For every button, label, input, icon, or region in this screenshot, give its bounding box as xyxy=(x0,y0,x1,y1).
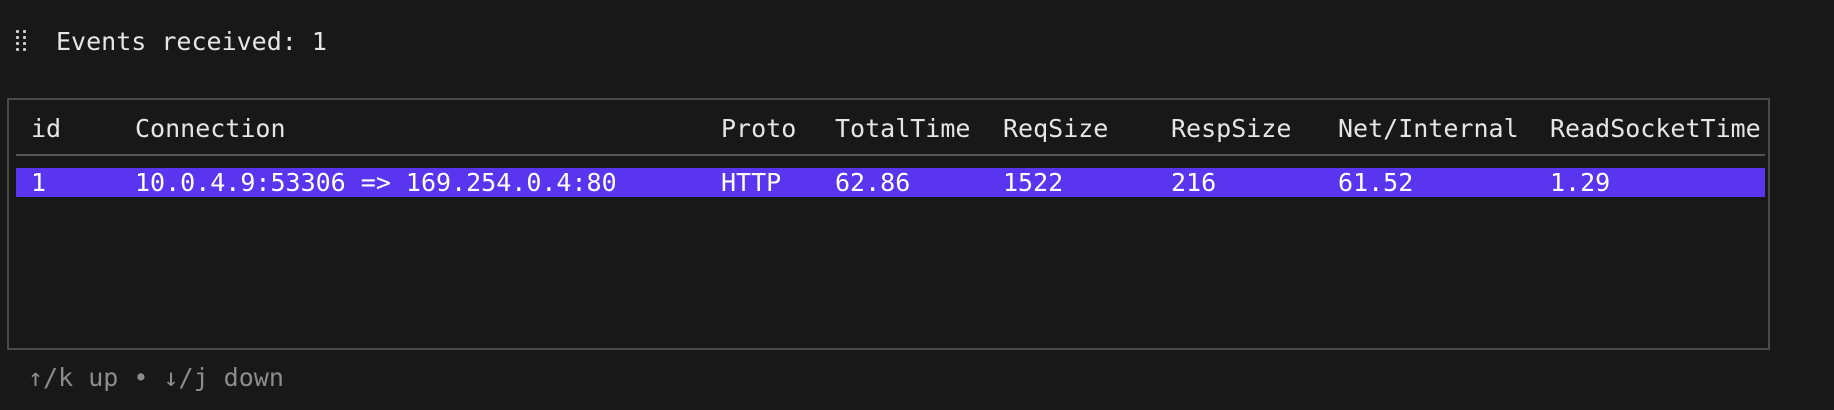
cell-connection: 10.0.4.9:53306 => 169.254.0.4:80 xyxy=(135,168,617,197)
table-header-row: id Connection Proto TotalTime ReqSize Re… xyxy=(16,114,1765,144)
column-header-net-internal[interactable]: Net/Internal xyxy=(1338,114,1519,144)
header-divider xyxy=(16,154,1765,156)
events-received-label: Events received: 1 xyxy=(56,27,327,56)
cell-id: 1 xyxy=(31,168,47,197)
column-header-respsize[interactable]: RespSize xyxy=(1171,114,1291,144)
events-table: id Connection Proto TotalTime ReqSize Re… xyxy=(7,98,1770,350)
column-header-reqsize[interactable]: ReqSize xyxy=(1003,114,1108,144)
cell-proto: HTTP xyxy=(721,168,782,197)
table-row-selected[interactable]: 1 10.0.4.9:53306 => 169.254.0.4:80 HTTP … xyxy=(16,168,1765,197)
column-header-id[interactable]: id xyxy=(31,114,61,144)
column-header-proto[interactable]: Proto xyxy=(721,114,796,144)
column-header-readsockettime[interactable]: ReadSocketTime xyxy=(1550,114,1761,144)
cell-net-internal: 61.52 xyxy=(1338,168,1414,197)
keyboard-help: ↑/k up • ↓/j down xyxy=(28,363,284,392)
cell-respsize: 216 xyxy=(1171,168,1217,197)
cell-reqsize: 1522 xyxy=(1003,168,1064,197)
cell-readsockettime: 1.29 xyxy=(1550,168,1611,197)
column-header-connection[interactable]: Connection xyxy=(135,114,286,144)
column-header-totaltime[interactable]: TotalTime xyxy=(835,114,970,144)
drag-handle-icon[interactable] xyxy=(16,30,28,54)
cell-totaltime: 62.86 xyxy=(835,168,911,197)
